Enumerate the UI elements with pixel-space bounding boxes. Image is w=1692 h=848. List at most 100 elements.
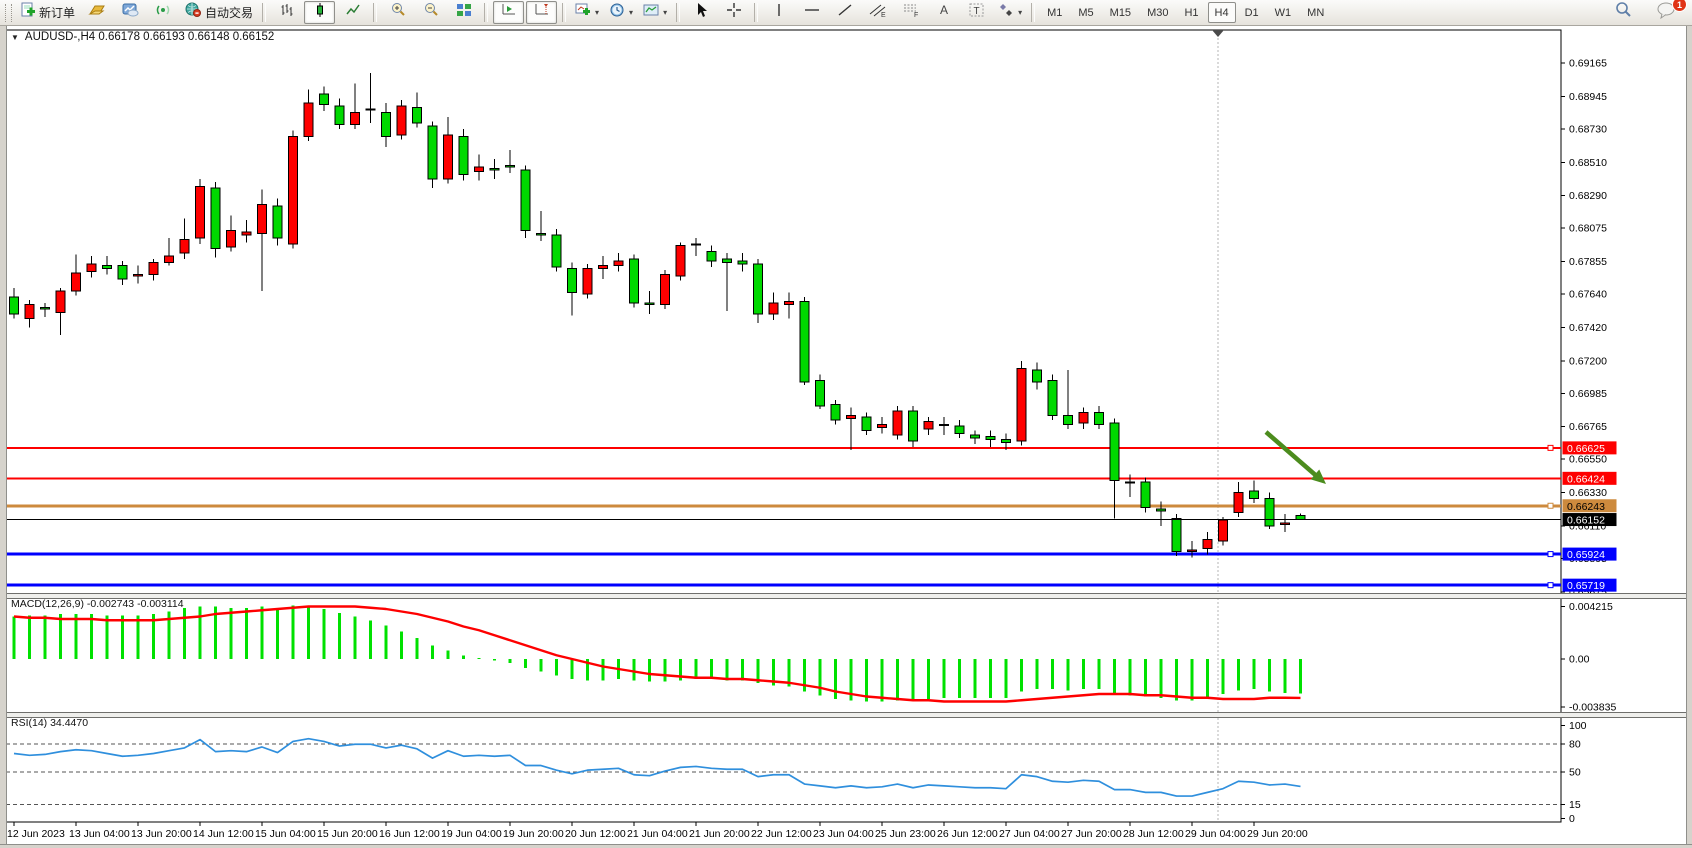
- pane-separator-rsi[interactable]: [0, 712, 1692, 718]
- candle-body: [351, 112, 360, 124]
- chart-canvas[interactable]: 0.691650.689450.687300.685100.682900.680…: [0, 26, 1692, 848]
- bar-chart-button[interactable]: [271, 1, 302, 24]
- arrows-button[interactable]: ▾: [994, 1, 1026, 24]
- window-frame-left: [0, 26, 7, 848]
- line-handle[interactable]: [1548, 503, 1553, 508]
- timeframe-m1-button[interactable]: M1: [1040, 2, 1069, 23]
- chart-title: ▼ AUDUSD-,H4 0.66178 0.66193 0.66148 0.6…: [11, 31, 274, 43]
- collapse-arrow-icon[interactable]: ▼: [11, 33, 19, 42]
- price-axis-label: 0.66550: [1569, 454, 1607, 466]
- candle-body: [10, 297, 19, 314]
- templates-button[interactable]: ▾: [639, 1, 671, 24]
- text-button[interactable]: A: [928, 1, 959, 24]
- profiles-button[interactable]: [81, 1, 112, 24]
- timeframe-m30-button[interactable]: M30: [1140, 2, 1175, 23]
- new-order-icon: [20, 2, 36, 23]
- toolbar-grip[interactable]: [5, 4, 12, 22]
- label-icon: T: [968, 2, 986, 23]
- candle-body: [25, 305, 34, 319]
- price-axis-label: 0.67200: [1569, 355, 1607, 367]
- auto-scroll-icon: [501, 2, 517, 23]
- candle-body: [320, 94, 329, 105]
- fibonacci-button[interactable]: F: [895, 1, 926, 24]
- macd-label: MACD(12,26,9) -0.002743 -0.003114: [11, 598, 184, 610]
- time-axis-label[interactable]: 15 Jun 20:00: [317, 828, 378, 840]
- horizontal-line-button[interactable]: [796, 1, 827, 24]
- time-axis-label[interactable]: 27 Jun 20:00: [1061, 828, 1122, 840]
- timeframe-mn-button[interactable]: MN: [1300, 2, 1331, 23]
- text-icon: A: [937, 2, 951, 23]
- trendline-button[interactable]: [829, 1, 860, 24]
- crosshair-button[interactable]: [718, 1, 749, 24]
- signals-button[interactable]: [147, 1, 178, 24]
- chart-shift-marker[interactable]: [1212, 30, 1224, 37]
- periods-button[interactable]: ▾: [605, 1, 637, 24]
- timeframe-d1-button[interactable]: D1: [1238, 2, 1266, 23]
- time-axis-label[interactable]: 19 Jun 04:00: [441, 828, 502, 840]
- time-axis-label[interactable]: 13 Jun 04:00: [69, 828, 130, 840]
- zoom-out-button[interactable]: [415, 1, 446, 24]
- candle-body: [924, 421, 933, 429]
- candle-body: [413, 108, 422, 123]
- tile-windows-button[interactable]: [448, 1, 479, 24]
- time-axis-label[interactable]: 26 Jun 12:00: [937, 828, 998, 840]
- time-axis-label[interactable]: 21 Jun 04:00: [627, 828, 688, 840]
- search-button[interactable]: [1607, 1, 1638, 24]
- candle-body: [893, 411, 902, 435]
- timeframe-h4-button[interactable]: H4: [1208, 2, 1236, 23]
- vertical-line-button[interactable]: [763, 1, 794, 24]
- candle-body: [118, 265, 127, 279]
- auto-trading-button[interactable]: 自动交易: [180, 1, 257, 24]
- time-axis-label[interactable]: 19 Jun 20:00: [503, 828, 564, 840]
- time-axis-label[interactable]: 13 Jun 20:00: [131, 828, 192, 840]
- timeframe-w1-button[interactable]: W1: [1268, 2, 1299, 23]
- time-axis-label[interactable]: 29 Jun 04:00: [1185, 828, 1246, 840]
- line-handle[interactable]: [1548, 445, 1553, 450]
- timeframe-h1-button[interactable]: H1: [1177, 2, 1205, 23]
- time-axis-label[interactable]: 29 Jun 20:00: [1247, 828, 1308, 840]
- candle-body: [831, 405, 840, 420]
- new-order-button[interactable]: 新订单: [16, 1, 79, 24]
- notifications-button[interactable]: 1: [1650, 1, 1681, 24]
- timeframe-m5-button[interactable]: M5: [1071, 2, 1100, 23]
- symbol-ohlc-text: AUDUSD-,H4 0.66178 0.66193 0.66148 0.661…: [25, 31, 274, 43]
- time-axis-label[interactable]: 20 Jun 12:00: [565, 828, 626, 840]
- auto-scroll-button[interactable]: [493, 1, 524, 24]
- indicators-button[interactable]: ▾: [571, 1, 603, 24]
- equidistant-channel-button[interactable]: E: [862, 1, 893, 24]
- candle-chart-button[interactable]: [304, 1, 335, 24]
- chevron-down-icon: ▾: [629, 8, 633, 17]
- candle-body: [475, 167, 484, 172]
- market-watch-button[interactable]: [114, 1, 145, 24]
- candle-body: [1079, 412, 1088, 423]
- time-axis-label[interactable]: 25 Jun 23:00: [875, 828, 936, 840]
- time-axis-label[interactable]: 27 Jun 04:00: [999, 828, 1060, 840]
- candle-body: [289, 137, 298, 245]
- time-axis-label[interactable]: 28 Jun 12:00: [1123, 828, 1184, 840]
- time-axis-label[interactable]: 21 Jun 20:00: [689, 828, 750, 840]
- pane-separator-macd[interactable]: [0, 593, 1692, 599]
- cursor-button[interactable]: [685, 1, 716, 24]
- candle-body: [785, 302, 794, 305]
- time-axis-label[interactable]: 16 Jun 12:00: [379, 828, 440, 840]
- time-axis-label[interactable]: 22 Jun 12:00: [751, 828, 812, 840]
- candle-body: [769, 303, 778, 314]
- time-axis-label[interactable]: 12 Jun 2023: [7, 828, 65, 840]
- candle-body: [599, 265, 608, 268]
- line-handle[interactable]: [1548, 583, 1553, 588]
- text-label-button[interactable]: T: [961, 1, 992, 24]
- timeframe-m15-button[interactable]: M15: [1103, 2, 1138, 23]
- window-frame-right: [1686, 26, 1692, 848]
- time-axis-label[interactable]: 23 Jun 04:00: [813, 828, 874, 840]
- candle-body: [800, 302, 809, 382]
- time-axis-label[interactable]: 14 Jun 12:00: [193, 828, 254, 840]
- candle-body: [196, 187, 205, 239]
- chart-shift-button[interactable]: [526, 1, 557, 24]
- zoom-in-button[interactable]: [382, 1, 413, 24]
- time-axis-label[interactable]: 15 Jun 04:00: [255, 828, 316, 840]
- arrow-annotation-shaft[interactable]: [1266, 432, 1320, 479]
- candle-body: [149, 262, 158, 274]
- price-axis-label: 0.68290: [1569, 190, 1607, 202]
- line-chart-button[interactable]: [337, 1, 368, 24]
- line-handle[interactable]: [1548, 552, 1553, 557]
